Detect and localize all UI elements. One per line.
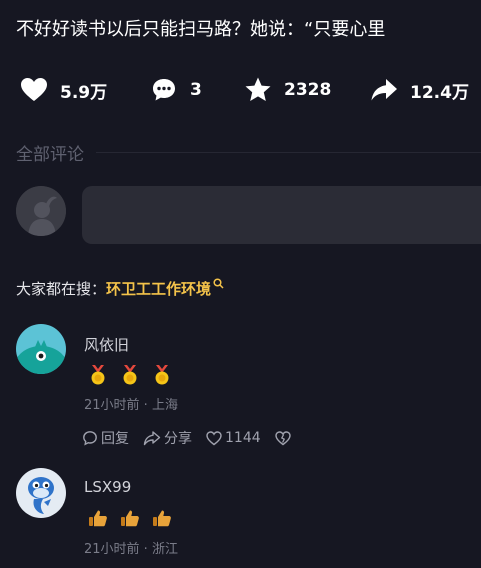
- favorite-count: 2328: [284, 80, 332, 100]
- medal-emoji-icon: [120, 364, 140, 386]
- dolphin-avatar-icon: [16, 468, 66, 518]
- share-count: 12.4万: [410, 82, 469, 103]
- search-suggestion-prefix: 大家都在搜：: [16, 279, 107, 298]
- reply-button[interactable]: 回复: [82, 428, 129, 448]
- like-count: 5.9万: [60, 82, 108, 103]
- avatar[interactable]: [16, 468, 66, 518]
- dislike-button[interactable]: [274, 430, 291, 446]
- star-icon: [244, 76, 272, 104]
- comments-section-header: 全部评论: [16, 140, 481, 165]
- search-suggestion-term[interactable]: 环卫工工作环境: [106, 278, 211, 299]
- comment-emoji-row: [88, 508, 172, 530]
- comment-meta: 21小时前 · 浙江: [84, 542, 178, 557]
- divider: [96, 151, 481, 153]
- comment-toolbar: 回复 分享 1144: [82, 428, 291, 448]
- medal-emoji-icon: [88, 364, 108, 386]
- reply-label: 回复: [101, 431, 129, 447]
- teal-monster-avatar-icon: [16, 324, 66, 374]
- share-outline-icon: [143, 431, 161, 446]
- comment-emoji-row: [88, 364, 172, 386]
- comment-input[interactable]: [82, 186, 481, 244]
- comment-button[interactable]: 3: [150, 70, 202, 110]
- search-icon: [213, 275, 224, 293]
- search-suggestion[interactable]: 大家都在搜： 环卫工工作环境: [16, 276, 224, 300]
- reply-bubble-icon: [83, 431, 97, 446]
- broken-heart-icon: [274, 430, 291, 445]
- share-button[interactable]: 12.4万: [370, 70, 469, 110]
- comment-like-button[interactable]: 1144: [206, 430, 261, 446]
- default-avatar-icon: [16, 186, 66, 236]
- comments-heading: 全部评论: [16, 144, 84, 165]
- action-bar: 5.9万 3 2328 12.4万: [0, 70, 481, 110]
- comment-input-row: [16, 186, 481, 244]
- comment-username[interactable]: 风依旧: [84, 334, 129, 355]
- thumbs-up-emoji-icon: [88, 508, 108, 530]
- video-title: 不好好读书以后只能扫马路？她说：“只要心里: [16, 19, 386, 40]
- comment-meta: 21小时前 · 上海: [84, 398, 178, 413]
- thumbs-up-emoji-icon: [152, 508, 172, 530]
- share-label: 分享: [164, 431, 192, 447]
- favorite-button[interactable]: 2328: [244, 70, 331, 110]
- thumbs-up-emoji-icon: [120, 508, 140, 530]
- comment-username[interactable]: LSX99: [84, 478, 131, 496]
- like-button[interactable]: 5.9万: [20, 70, 107, 110]
- comment-share-button[interactable]: 分享: [143, 428, 192, 448]
- comment-count: 3: [190, 80, 202, 100]
- medal-emoji-icon: [152, 364, 172, 386]
- comment-bubble-icon: [150, 76, 178, 104]
- heart-icon: [20, 76, 48, 104]
- share-arrow-icon: [370, 76, 398, 104]
- heart-outline-icon: [206, 430, 222, 445]
- comment-like-count: 1144: [225, 430, 261, 446]
- avatar[interactable]: [16, 324, 66, 374]
- my-avatar[interactable]: [16, 186, 66, 236]
